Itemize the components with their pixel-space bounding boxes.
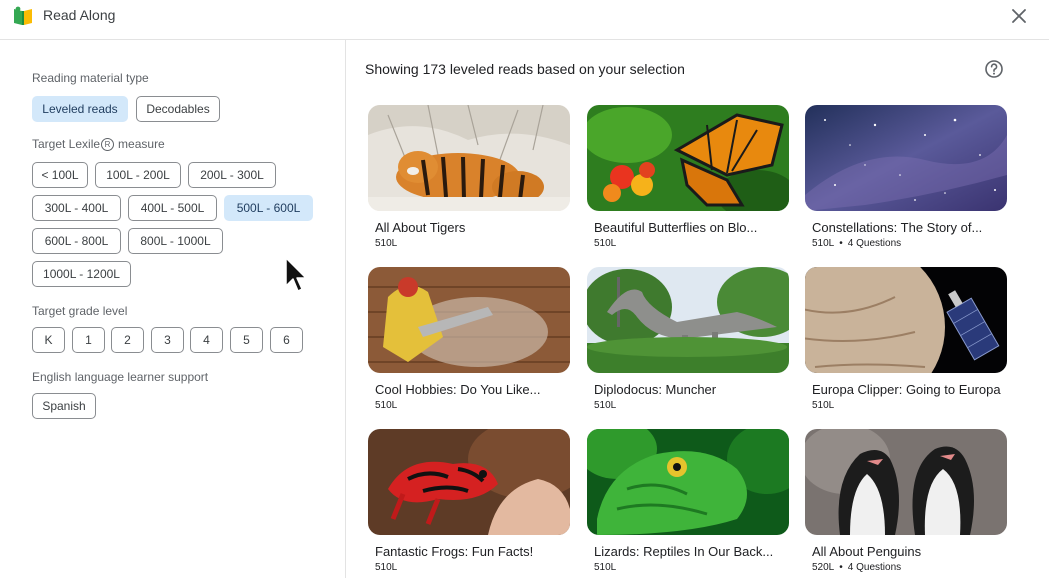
book-title: Europa Clipper: Going to Europa: [812, 382, 1001, 397]
lexile-label-text: Target Lexile: [32, 137, 101, 151]
book-cover-europa: [805, 267, 1007, 373]
book-title: Lizards: Reptiles In Our Back...: [594, 544, 774, 559]
book-level: 510L: [375, 238, 398, 249]
book-level: 510L: [594, 238, 617, 249]
book-title: Cool Hobbies: Do You Like...: [375, 382, 541, 397]
book-card[interactable]: Lizards: Reptiles In Our Back... 510L: [587, 429, 789, 578]
filters-sidebar: Reading material type Leveled reads Deco…: [0, 40, 346, 578]
book-title: Beautiful Butterflies on Blo...: [594, 220, 758, 235]
chip-grade-4[interactable]: 4: [190, 327, 223, 353]
lexile-label: Target Lexile R measure: [32, 137, 165, 151]
book-meta: 510L: [375, 238, 397, 249]
registered-mark: R: [101, 137, 115, 151]
book-title: All About Penguins: [812, 544, 922, 559]
chip-leveled-reads[interactable]: Leveled reads: [32, 96, 128, 122]
book-cover-lizards: [587, 429, 789, 535]
chip-lexile-800-1000[interactable]: 800L - 1000L: [128, 228, 223, 254]
book-cover-diplodocus: [587, 267, 789, 373]
book-card[interactable]: Fantastic Frogs: Fun Facts! 510L: [368, 429, 570, 578]
book-questions: 4 Questions: [847, 562, 902, 573]
app-header: Read Along: [0, 0, 1049, 40]
chip-grade-2[interactable]: 2: [111, 327, 144, 353]
book-cover-hobbies: [368, 267, 570, 373]
book-title: All About Tigers: [375, 220, 466, 235]
grade-level-label: Target grade level: [32, 304, 128, 318]
book-level: 520L: [812, 562, 835, 573]
results-summary: Showing 173 leveled reads based on your …: [365, 61, 685, 77]
chip-grade-k[interactable]: K: [32, 327, 65, 353]
chip-spanish[interactable]: Spanish: [32, 393, 96, 419]
help-circle-icon[interactable]: [984, 59, 1004, 79]
book-meta: 520L • 4 Questions: [812, 562, 901, 573]
chip-lexile-under-100[interactable]: < 100L: [32, 162, 88, 188]
book-title: Constellations: The Story of...: [812, 220, 983, 235]
book-card[interactable]: All About Penguins 520L • 4 Questions: [805, 429, 1007, 578]
book-meta: 510L: [375, 400, 397, 411]
book-card[interactable]: All About Tigers 510L: [368, 105, 570, 255]
book-card[interactable]: Constellations: The Story of... 510L • 4 Q…: [805, 105, 1007, 255]
book-level: 510L: [812, 400, 835, 411]
results-panel: Showing 173 leveled reads based on your …: [347, 40, 1049, 578]
chip-lexile-500-600[interactable]: 500L - 600L: [224, 195, 313, 221]
close-icon[interactable]: [1009, 6, 1029, 26]
chip-grade-6[interactable]: 6: [270, 327, 303, 353]
book-meta: 510L: [812, 400, 834, 411]
chip-lexile-400-500[interactable]: 400L - 500L: [128, 195, 217, 221]
book-cover-penguins: [805, 429, 1007, 535]
chip-grade-1[interactable]: 1: [72, 327, 105, 353]
chip-grade-3[interactable]: 3: [151, 327, 184, 353]
book-level: 510L: [594, 562, 617, 573]
chip-grade-5[interactable]: 5: [230, 327, 263, 353]
book-questions: 4 Questions: [847, 238, 902, 249]
meta-separator-dot: •: [839, 562, 843, 573]
mouse-cursor-icon: [285, 257, 307, 292]
material-type-label: Reading material type: [32, 71, 149, 85]
chip-decodables[interactable]: Decodables: [136, 96, 220, 122]
book-title: Diplodocus: Muncher: [594, 382, 717, 397]
chip-lexile-300-400[interactable]: 300L - 400L: [32, 195, 121, 221]
chip-lexile-600-800[interactable]: 600L - 800L: [32, 228, 121, 254]
book-meta: 510L • 4 Questions: [812, 238, 901, 249]
book-meta: 510L: [594, 400, 616, 411]
chip-lexile-1000-1200[interactable]: 1000L - 1200L: [32, 261, 131, 287]
book-level: 510L: [375, 400, 398, 411]
book-card[interactable]: Diplodocus: Muncher 510L: [587, 267, 789, 417]
book-cover-frogs: [368, 429, 570, 535]
app-title: Read Along: [43, 7, 116, 23]
book-level: 510L: [812, 238, 835, 249]
book-meta: 510L: [594, 562, 616, 573]
ell-support-label: English language learner support: [32, 370, 209, 384]
book-level: 510L: [594, 400, 617, 411]
book-cover-tigers: [368, 105, 570, 211]
book-cover-butterflies: [587, 105, 789, 211]
book-meta: 510L: [375, 562, 397, 573]
chip-lexile-100-200[interactable]: 100L - 200L: [95, 162, 181, 188]
book-card[interactable]: Cool Hobbies: Do You Like... 510L: [368, 267, 570, 417]
read-along-logo-icon: [14, 6, 32, 25]
meta-separator-dot: •: [839, 238, 843, 249]
book-cover-constellations: [805, 105, 1007, 211]
book-title: Fantastic Frogs: Fun Facts!: [375, 544, 534, 559]
chip-lexile-200-300[interactable]: 200L - 300L: [188, 162, 276, 188]
lexile-label-suffix: measure: [118, 137, 165, 151]
book-level: 510L: [375, 562, 398, 573]
book-meta: 510L: [594, 238, 616, 249]
book-card[interactable]: Europa Clipper: Going to Europa 510L: [805, 267, 1007, 417]
book-card[interactable]: Beautiful Butterflies on Blo... 510L: [587, 105, 789, 255]
